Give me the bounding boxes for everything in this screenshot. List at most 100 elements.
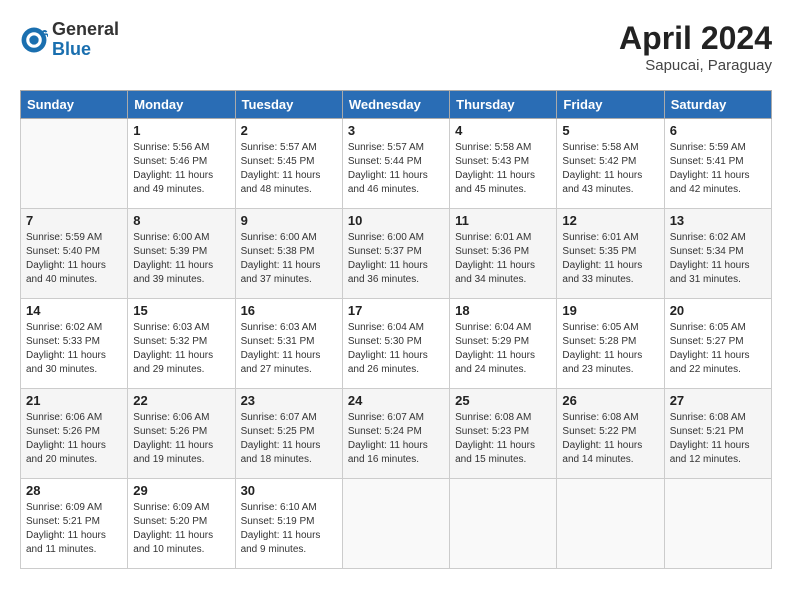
col-header-sunday: Sunday	[21, 91, 128, 119]
week-row-1: 1 Sunrise: 5:56 AM Sunset: 5:46 PM Daylig…	[21, 119, 772, 209]
day-info: Sunrise: 6:00 AM Sunset: 5:37 PM Dayligh…	[348, 231, 444, 287]
calendar-cell: 30 Sunrise: 6:10 AM Sunset: 5:19 PM Dayli…	[235, 479, 342, 569]
day-info: Sunrise: 6:04 AM Sunset: 5:30 PM Dayligh…	[348, 321, 444, 377]
col-header-friday: Friday	[557, 91, 664, 119]
day-info: Sunrise: 5:59 AM Sunset: 5:41 PM Dayligh…	[670, 141, 766, 197]
logo: General Blue	[20, 20, 119, 60]
page-header: General Blue April 2024 Sapucai, Paragua…	[20, 20, 772, 74]
day-info: Sunrise: 5:57 AM Sunset: 5:44 PM Dayligh…	[348, 141, 444, 197]
day-number: 7	[26, 213, 122, 228]
header-row: SundayMondayTuesdayWednesdayThursdayFrid…	[21, 91, 772, 119]
day-number: 11	[455, 213, 551, 228]
day-info: Sunrise: 5:56 AM Sunset: 5:46 PM Dayligh…	[133, 141, 229, 197]
day-number: 25	[455, 393, 551, 408]
calendar-cell: 17 Sunrise: 6:04 AM Sunset: 5:30 PM Dayli…	[342, 299, 449, 389]
day-number: 9	[241, 213, 337, 228]
calendar-cell: 9 Sunrise: 6:00 AM Sunset: 5:38 PM Daylig…	[235, 209, 342, 299]
day-info: Sunrise: 6:01 AM Sunset: 5:35 PM Dayligh…	[562, 231, 658, 287]
title-block: April 2024 Sapucai, Paraguay	[619, 20, 772, 74]
day-number: 15	[133, 303, 229, 318]
day-info: Sunrise: 6:05 AM Sunset: 5:28 PM Dayligh…	[562, 321, 658, 377]
calendar-cell	[664, 479, 771, 569]
month-title: April 2024	[619, 20, 772, 57]
day-info: Sunrise: 6:05 AM Sunset: 5:27 PM Dayligh…	[670, 321, 766, 377]
day-number: 3	[348, 123, 444, 138]
col-header-thursday: Thursday	[450, 91, 557, 119]
calendar-cell: 3 Sunrise: 5:57 AM Sunset: 5:44 PM Daylig…	[342, 119, 449, 209]
day-number: 2	[241, 123, 337, 138]
day-number: 10	[348, 213, 444, 228]
calendar-cell	[21, 119, 128, 209]
day-info: Sunrise: 6:03 AM Sunset: 5:32 PM Dayligh…	[133, 321, 229, 377]
day-number: 18	[455, 303, 551, 318]
location-subtitle: Sapucai, Paraguay	[619, 57, 772, 74]
day-number: 23	[241, 393, 337, 408]
day-info: Sunrise: 6:03 AM Sunset: 5:31 PM Dayligh…	[241, 321, 337, 377]
day-info: Sunrise: 6:00 AM Sunset: 5:38 PM Dayligh…	[241, 231, 337, 287]
calendar-table: SundayMondayTuesdayWednesdayThursdayFrid…	[20, 90, 772, 569]
calendar-cell: 6 Sunrise: 5:59 AM Sunset: 5:41 PM Daylig…	[664, 119, 771, 209]
day-number: 29	[133, 483, 229, 498]
day-info: Sunrise: 6:04 AM Sunset: 5:29 PM Dayligh…	[455, 321, 551, 377]
calendar-cell	[450, 479, 557, 569]
day-number: 17	[348, 303, 444, 318]
day-number: 21	[26, 393, 122, 408]
day-info: Sunrise: 6:08 AM Sunset: 5:22 PM Dayligh…	[562, 411, 658, 467]
day-info: Sunrise: 5:58 AM Sunset: 5:43 PM Dayligh…	[455, 141, 551, 197]
day-number: 28	[26, 483, 122, 498]
day-number: 5	[562, 123, 658, 138]
day-number: 13	[670, 213, 766, 228]
calendar-cell: 29Sunrise: 6:09 AM Sunset: 5:20 PM Dayli…	[128, 479, 235, 569]
day-info: Sunrise: 6:02 AM Sunset: 5:34 PM Dayligh…	[670, 231, 766, 287]
calendar-cell: 27Sunrise: 6:08 AM Sunset: 5:21 PM Dayli…	[664, 389, 771, 479]
calendar-cell: 23Sunrise: 6:07 AM Sunset: 5:25 PM Dayli…	[235, 389, 342, 479]
day-info: Sunrise: 6:10 AM Sunset: 5:19 PM Dayligh…	[241, 501, 337, 557]
day-number: 19	[562, 303, 658, 318]
calendar-cell: 25 Sunrise: 6:08 AM Sunset: 5:23 PM Dayli…	[450, 389, 557, 479]
calendar-cell: 1 Sunrise: 5:56 AM Sunset: 5:46 PM Daylig…	[128, 119, 235, 209]
day-number: 20	[670, 303, 766, 318]
day-info: Sunrise: 5:57 AM Sunset: 5:45 PM Dayligh…	[241, 141, 337, 197]
calendar-cell	[342, 479, 449, 569]
day-number: 22	[133, 393, 229, 408]
calendar-cell: 22 Sunrise: 6:06 AM Sunset: 5:26 PM Dayli…	[128, 389, 235, 479]
calendar-cell: 15 Sunrise: 6:03 AM Sunset: 5:32 PM Dayli…	[128, 299, 235, 389]
day-info: Sunrise: 6:08 AM Sunset: 5:23 PM Dayligh…	[455, 411, 551, 467]
calendar-cell: 13 Sunrise: 6:02 AM Sunset: 5:34 PM Dayli…	[664, 209, 771, 299]
day-info: Sunrise: 5:58 AM Sunset: 5:42 PM Dayligh…	[562, 141, 658, 197]
week-row-3: 14Sunrise: 6:02 AM Sunset: 5:33 PM Dayli…	[21, 299, 772, 389]
day-info: Sunrise: 6:00 AM Sunset: 5:39 PM Dayligh…	[133, 231, 229, 287]
calendar-cell: 14Sunrise: 6:02 AM Sunset: 5:33 PM Dayli…	[21, 299, 128, 389]
day-number: 6	[670, 123, 766, 138]
calendar-cell: 28 Sunrise: 6:09 AM Sunset: 5:21 PM Dayli…	[21, 479, 128, 569]
week-row-2: 7Sunrise: 5:59 AM Sunset: 5:40 PM Daylig…	[21, 209, 772, 299]
calendar-cell: 24 Sunrise: 6:07 AM Sunset: 5:24 PM Dayli…	[342, 389, 449, 479]
calendar-cell: 5 Sunrise: 5:58 AM Sunset: 5:42 PM Daylig…	[557, 119, 664, 209]
calendar-cell: 8Sunrise: 6:00 AM Sunset: 5:39 PM Daylig…	[128, 209, 235, 299]
day-number: 24	[348, 393, 444, 408]
week-row-5: 28 Sunrise: 6:09 AM Sunset: 5:21 PM Dayli…	[21, 479, 772, 569]
col-header-wednesday: Wednesday	[342, 91, 449, 119]
day-info: Sunrise: 6:02 AM Sunset: 5:33 PM Dayligh…	[26, 321, 122, 377]
logo-general-text: General	[52, 19, 119, 39]
day-info: Sunrise: 6:01 AM Sunset: 5:36 PM Dayligh…	[455, 231, 551, 287]
day-info: Sunrise: 6:07 AM Sunset: 5:24 PM Dayligh…	[348, 411, 444, 467]
calendar-cell: 20 Sunrise: 6:05 AM Sunset: 5:27 PM Dayli…	[664, 299, 771, 389]
calendar-cell: 2 Sunrise: 5:57 AM Sunset: 5:45 PM Daylig…	[235, 119, 342, 209]
day-info: Sunrise: 6:09 AM Sunset: 5:21 PM Dayligh…	[26, 501, 122, 557]
col-header-monday: Monday	[128, 91, 235, 119]
calendar-cell	[557, 479, 664, 569]
day-number: 16	[241, 303, 337, 318]
day-number: 27	[670, 393, 766, 408]
day-info: Sunrise: 6:06 AM Sunset: 5:26 PM Dayligh…	[133, 411, 229, 467]
calendar-cell: 26Sunrise: 6:08 AM Sunset: 5:22 PM Dayli…	[557, 389, 664, 479]
day-number: 30	[241, 483, 337, 498]
calendar-cell: 12 Sunrise: 6:01 AM Sunset: 5:35 PM Dayli…	[557, 209, 664, 299]
calendar-cell: 16 Sunrise: 6:03 AM Sunset: 5:31 PM Dayli…	[235, 299, 342, 389]
calendar-cell: 18 Sunrise: 6:04 AM Sunset: 5:29 PM Dayli…	[450, 299, 557, 389]
week-row-4: 21 Sunrise: 6:06 AM Sunset: 5:26 PM Dayli…	[21, 389, 772, 479]
calendar-cell: 21Sunrise: 6:06 AM Sunset: 5:26 PM Dayli…	[21, 389, 128, 479]
day-number: 1	[133, 123, 229, 138]
calendar-cell: 7Sunrise: 5:59 AM Sunset: 5:40 PM Daylig…	[21, 209, 128, 299]
day-number: 12	[562, 213, 658, 228]
